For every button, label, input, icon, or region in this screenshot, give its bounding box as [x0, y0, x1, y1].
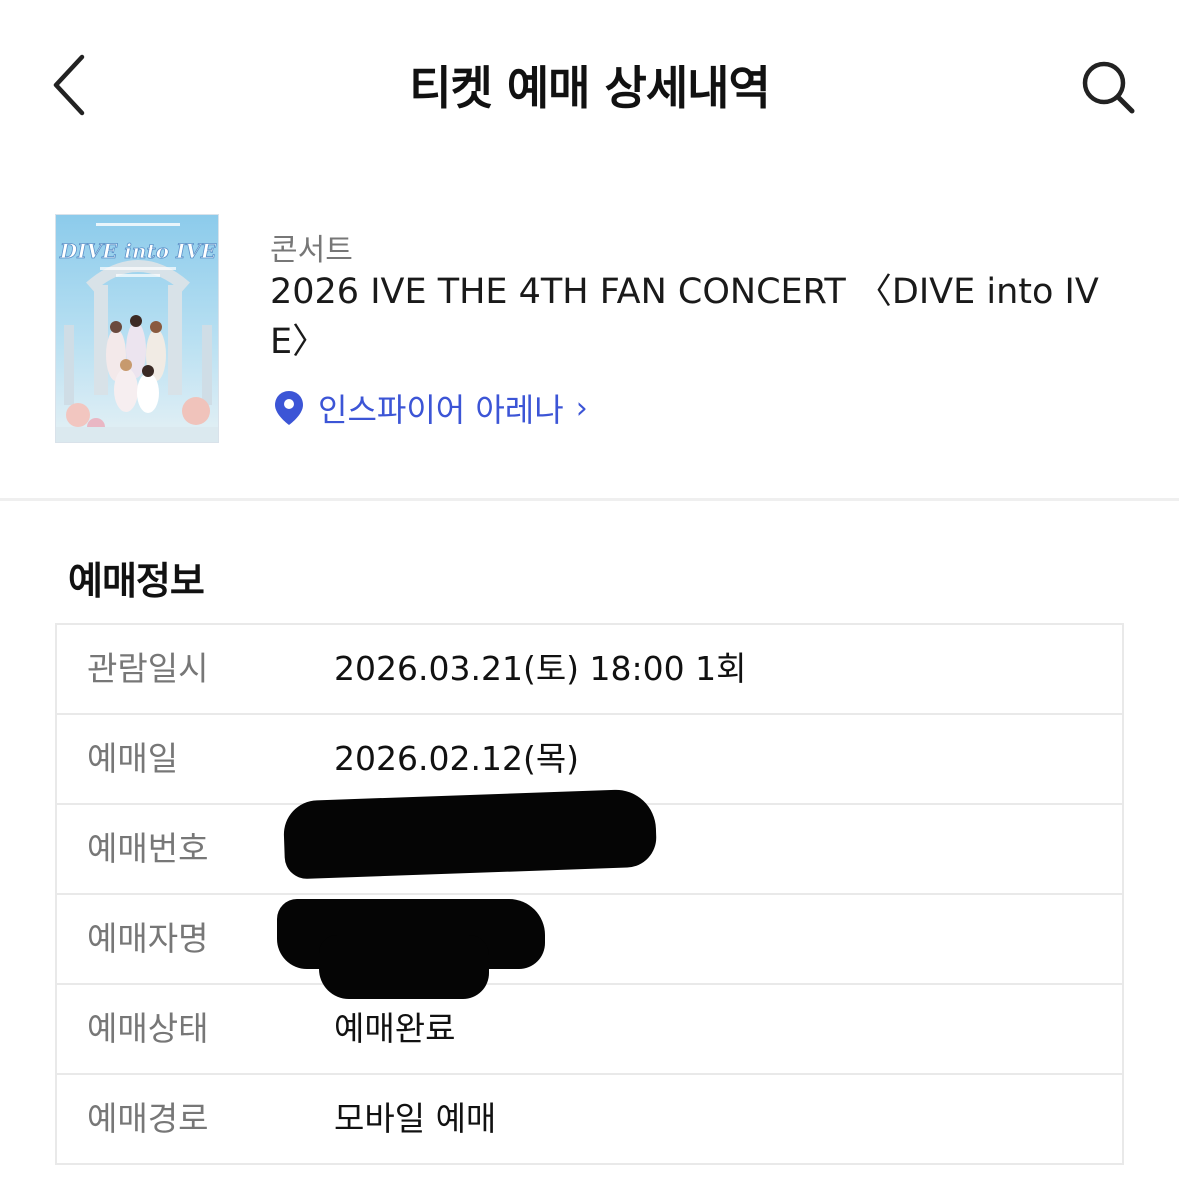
info-value: 2026.02.12(목) [334, 739, 580, 778]
event-summary: DIVE into IVE 콘서트 2026 IVE THE 4TH FAN C… [0, 170, 1179, 500]
info-row-viewing-datetime: 관람일시 2026.03.21(토) 18:00 1회 [57, 625, 1122, 715]
info-label: 예매일 [87, 739, 179, 778]
chevron-right-icon: › [575, 390, 588, 426]
info-label: 예매자명 [87, 919, 209, 958]
venue-name: 인스파이어 아레나 [318, 391, 564, 429]
redaction-mark [282, 788, 658, 880]
info-label: 예매경로 [87, 1099, 209, 1138]
info-row-booker-name: 예매자명 [57, 895, 1122, 999]
info-row-booking-status: 예매상태 예매완료 [57, 985, 1122, 1075]
section-divider [0, 498, 1179, 501]
event-title: 2026 IVE THE 4TH FAN CONCERT 〈DIVE into … [270, 272, 1099, 362]
booking-info-table: 관람일시 2026.03.21(토) 18:00 1회 예매일 2026.02.… [55, 623, 1124, 1165]
info-label: 관람일시 [87, 649, 209, 688]
info-row-booking-number: 예매번호 [57, 788, 1122, 895]
info-value: 모바일 예매 [334, 1099, 497, 1138]
search-icon [1082, 61, 1135, 114]
info-row-booking-channel: 예매경로 모바일 예매 [57, 1075, 1122, 1163]
search-button[interactable] [1070, 50, 1150, 130]
app-header: 티켓 예매 상세내역 [0, 0, 1179, 170]
info-label: 예매상태 [87, 1009, 209, 1048]
event-category: 콘서트 [270, 233, 353, 268]
info-label: 예매번호 [87, 829, 209, 868]
info-value: 예매완료 [334, 1009, 456, 1048]
location-pin-icon [275, 391, 303, 425]
info-value: 2026.03.21(토) 18:00 1회 [334, 649, 747, 688]
event-poster[interactable]: DIVE into IVE [55, 214, 219, 443]
venue-link[interactable]: 인스파이어 아레나 › [274, 385, 588, 431]
page-title: 티켓 예매 상세내역 [409, 61, 771, 115]
poster-headline: DIVE into IVE [59, 239, 217, 263]
booking-info-heading: 예매정보 [68, 559, 205, 603]
poster-image: DIVE into IVE [56, 215, 218, 442]
